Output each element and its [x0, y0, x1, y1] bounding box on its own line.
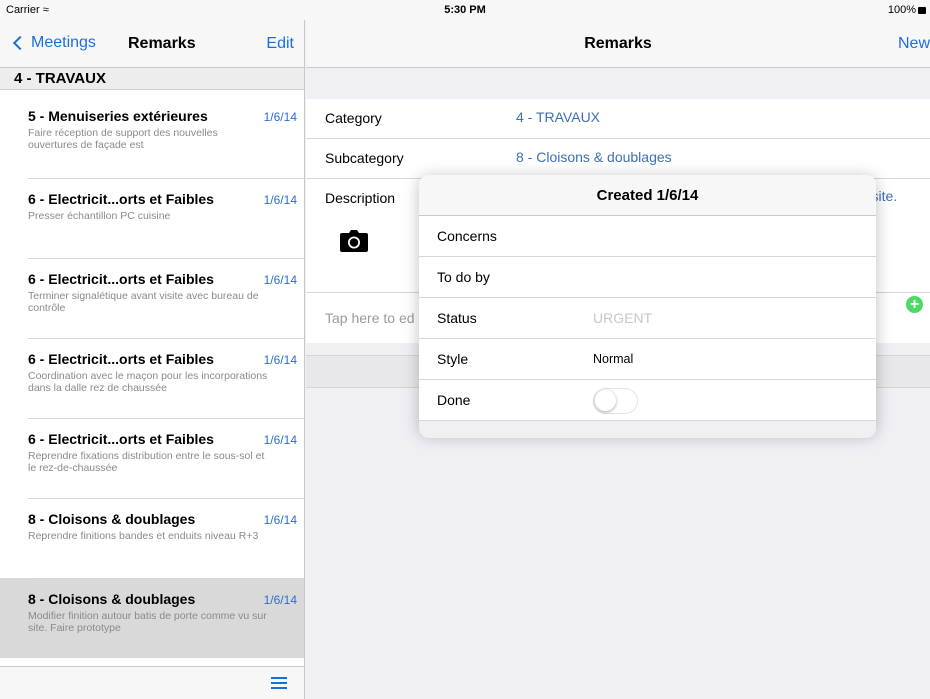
remark-description: Terminer signalétique avant visite avec … [28, 290, 259, 314]
category-value: 4 - TRAVAUX [516, 109, 601, 125]
chevron-left-icon [12, 35, 28, 51]
style-label: Style [437, 351, 469, 367]
add-icon[interactable]: + [906, 296, 923, 313]
subcategory-row[interactable]: Subcategory 8 - Cloisons & doublages [306, 139, 930, 179]
remark-date: 1/6/14 [263, 193, 297, 207]
remark-date: 1/6/14 [263, 513, 297, 527]
remark-title: 5 - Menuiseries extérieures [28, 108, 208, 124]
remark-date: 1/6/14 [263, 433, 297, 447]
status-label: Status [437, 310, 477, 326]
list-item[interactable]: 6 - Electricit...orts et Faibles 1/6/14 … [0, 258, 304, 338]
remark-title: 8 - Cloisons & doublages [28, 511, 196, 527]
category-row[interactable]: Category 4 - TRAVAUX [306, 99, 930, 139]
remark-description: Faire réception de support des nouvelles… [28, 127, 218, 151]
concerns-row[interactable]: Concerns [419, 216, 876, 257]
list-item[interactable]: 5 - Menuiseries extérieures 1/6/14 Faire… [0, 95, 304, 178]
remark-list: 5 - Menuiseries extérieures 1/6/14 Faire… [0, 95, 304, 658]
remark-description: Coordination avec le maçon pour les inco… [28, 370, 268, 394]
tap-placeholder: Tap here to ed [325, 310, 415, 326]
list-item[interactable]: 6 - Electricit...orts et Faibles 1/6/14 … [0, 418, 304, 498]
detail-nav-bar: Remarks New [306, 20, 930, 68]
remark-title: 6 - Electricit...orts et Faibles [28, 351, 214, 367]
remark-date: 1/6/14 [263, 593, 297, 607]
battery-percent: 100% [887, 4, 916, 16]
list-menu-icon[interactable] [271, 677, 287, 690]
style-row[interactable]: Style Normal [419, 339, 876, 380]
remark-title: 6 - Electricit...orts et Faibles [28, 431, 214, 447]
remark-description: Modifier finition autour batis de porte … [28, 610, 267, 634]
list-item[interactable]: 6 - Electricit...orts et Faibles 1/6/14 … [0, 178, 304, 258]
subcategory-value: 8 - Cloisons & doublages [516, 149, 672, 165]
status-input[interactable]: URGENT [593, 310, 652, 326]
section-header: 4 - TRAVAUX [0, 68, 304, 90]
remark-title: 6 - Electricit...orts et Faibles [28, 191, 214, 207]
concerns-label: Concerns [437, 228, 497, 244]
remark-description: Reprendre finitions bandes et enduits ni… [28, 530, 259, 542]
master-nav-bar: Meetings Remarks Edit [0, 20, 304, 68]
popover-header: Created 1/6/14 [419, 175, 876, 216]
popover-footer [419, 421, 876, 438]
subcategory-label: Subcategory [325, 150, 404, 166]
remark-popover: Created 1/6/14 Concerns To do by Status … [419, 175, 876, 438]
battery-icon [918, 6, 926, 14]
list-item[interactable]: 6 - Electricit...orts et Faibles 1/6/14 … [0, 338, 304, 418]
style-value: Normal [593, 352, 634, 366]
list-item[interactable]: 8 - Cloisons & doublages 1/6/14 Reprendr… [0, 498, 304, 578]
battery-indicator: 100% [888, 4, 926, 16]
master-title: Remarks [128, 35, 196, 52]
master-pane: Meetings Remarks Edit 4 - TRAVAUX 5 - Me… [0, 20, 305, 699]
camera-icon[interactable] [340, 230, 368, 252]
clock: 5:30 PM [444, 4, 486, 16]
back-button[interactable]: Meetings [12, 34, 96, 52]
detail-title: Remarks [584, 35, 652, 52]
list-item-selected[interactable]: 8 - Cloisons & doublages 1/6/14 Modifier… [0, 578, 304, 658]
new-button[interactable]: New [898, 35, 930, 53]
remark-description: Reprendre fixations distribution entre l… [28, 450, 265, 474]
status-row[interactable]: Status URGENT [419, 298, 876, 339]
remark-date: 1/6/14 [263, 110, 297, 124]
done-toggle[interactable] [593, 388, 638, 414]
remark-title: 8 - Cloisons & doublages [28, 591, 196, 607]
description-label: Description [325, 190, 396, 206]
edit-button[interactable]: Edit [266, 35, 294, 53]
done-row: Done [419, 380, 876, 421]
remark-date: 1/6/14 [263, 273, 297, 287]
todo-label: To do by [437, 269, 490, 285]
back-label: Meetings [31, 34, 96, 51]
done-label: Done [437, 392, 471, 408]
remark-date: 1/6/14 [263, 353, 297, 367]
todo-row[interactable]: To do by [419, 257, 876, 298]
remark-description: Presser échantillon PC cuisine [28, 210, 171, 222]
remark-title: 6 - Electricit...orts et Faibles [28, 271, 214, 287]
category-label: Category [325, 110, 382, 126]
status-bar: Carrier ≈ 5:30 PM 100% [0, 0, 930, 20]
master-toolbar [0, 666, 304, 699]
toggle-knob [595, 390, 616, 411]
